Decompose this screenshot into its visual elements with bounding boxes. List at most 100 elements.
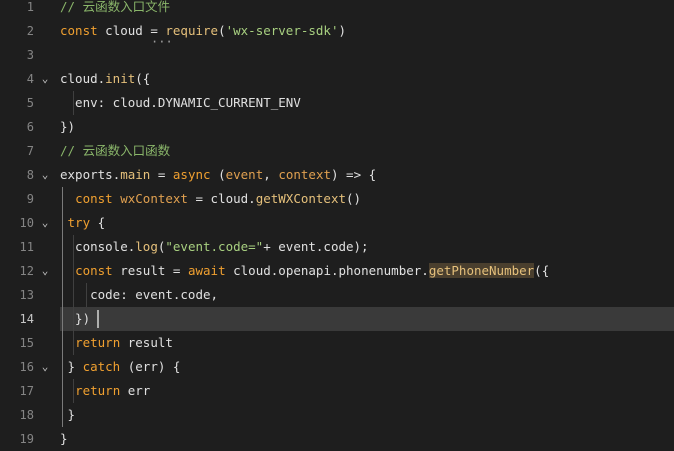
code-token: async — [172, 167, 211, 182]
code-token: // 云函数入口函数 — [60, 143, 171, 158]
code-token: 'wx-server-sdk' — [225, 23, 339, 38]
code-text: console.log("event.code="+ event.code); — [60, 235, 369, 259]
line-number: 17 — [19, 384, 34, 398]
code-text: code: event.code, — [60, 283, 218, 307]
fold-chevron-icon[interactable]: ⌄ — [38, 67, 52, 91]
code-text: // 云函数入口文件 — [60, 0, 170, 19]
code-token: context — [278, 167, 331, 182]
line-number: 1 — [26, 0, 34, 14]
code-text: return err — [60, 379, 150, 403]
code-line[interactable]: 1 // 云函数入口文件 — [0, 0, 674, 19]
code-token: err — [120, 383, 151, 398]
line-number: 3 — [26, 48, 34, 62]
fold-chevron-icon[interactable]: ⌄ — [38, 259, 52, 283]
line-number: 15 — [19, 336, 34, 350]
code-token: catch — [82, 359, 121, 374]
hint-dots: ··· — [151, 35, 173, 49]
code-text: const result = await cloud.openapi.phone… — [60, 259, 549, 283]
code-line[interactable]: 4 ⌄ cloud.init({ — [0, 67, 674, 91]
code-token: // 云函数入口文件 — [60, 0, 171, 14]
code-token: }) — [60, 311, 91, 326]
code-text: } catch (err) { — [60, 355, 181, 379]
code-text: const cloud = require('wx-server-sdk') — [60, 19, 346, 43]
code-text: }) — [60, 307, 90, 331]
code-text: }) — [60, 115, 75, 139]
code-token: ( — [218, 23, 226, 38]
code-line[interactable]: 9 const wxContext = cloud.getWXContext() — [0, 187, 674, 211]
code-token: = — [150, 167, 173, 182]
code-token: result = — [112, 263, 188, 278]
code-text: try { — [60, 211, 106, 235]
highlighted-token: getPhoneNumber — [428, 263, 535, 278]
code-line[interactable]: 7 // 云函数入口函数 — [0, 139, 674, 163]
code-token: ) => { — [331, 167, 377, 182]
line-number: 12 — [19, 264, 34, 278]
code-line[interactable]: 8 ⌄ exports.main = async (event, context) … — [0, 163, 674, 187]
code-token: { — [90, 215, 106, 230]
code-token: } — [60, 431, 68, 446]
code-token: console. — [60, 239, 136, 254]
code-token: = cloud. — [187, 191, 256, 206]
code-token: code: event.code, — [60, 287, 219, 302]
code-token: const — [60, 23, 98, 38]
code-token: main — [120, 167, 151, 182]
code-text: env: cloud.DYNAMIC_CURRENT_ENV — [60, 91, 301, 115]
code-token: log — [135, 239, 158, 254]
code-text: exports.main = async (event, context) =>… — [60, 163, 376, 187]
code-line[interactable]: 3 — [0, 43, 674, 67]
code-token: getWXContext — [255, 191, 347, 206]
code-text: cloud.init({ — [60, 67, 150, 91]
code-line[interactable]: 13 code: event.code, — [0, 283, 674, 307]
fold-chevron-icon[interactable]: ⌄ — [38, 355, 52, 379]
code-token: "event.code=" — [165, 239, 264, 254]
code-token: () — [346, 191, 362, 206]
code-line[interactable]: 6}) — [0, 115, 674, 139]
code-line[interactable]: 5 env: cloud.DYNAMIC_CURRENT_ENV — [0, 91, 674, 115]
code-token: return — [75, 383, 121, 398]
code-line[interactable]: 19} — [0, 427, 674, 451]
code-text: } — [60, 403, 76, 427]
code-line[interactable]: 15 return result — [0, 331, 674, 355]
code-line[interactable]: 18 } — [0, 403, 674, 427]
code-token: } — [60, 359, 83, 374]
code-text: } — [60, 427, 68, 451]
code-token: try — [67, 215, 91, 230]
code-line[interactable]: 17 return err — [0, 379, 674, 403]
code-token: cloud.openapi.phonenumber. — [225, 263, 429, 278]
code-token: ({ — [534, 263, 550, 278]
code-token: env: cloud.DYNAMIC_CURRENT_ENV — [60, 95, 301, 110]
code-line[interactable]: 2 const cloud = require('wx-server-sdk') — [0, 19, 674, 43]
code-token: ({ — [135, 71, 151, 86]
code-token: } — [60, 407, 76, 422]
fold-chevron-icon[interactable]: ⌄ — [38, 211, 52, 235]
code-token: exports — [60, 167, 113, 182]
line-number: 18 — [19, 408, 34, 422]
code-line[interactable]: 10 ⌄ try { — [0, 211, 674, 235]
code-token: const — [75, 191, 113, 206]
line-number: 6 — [26, 120, 34, 134]
code-token: ( — [210, 167, 226, 182]
code-token: , — [263, 167, 279, 182]
line-number: 11 — [19, 240, 34, 254]
code-token: event — [225, 167, 264, 182]
code-line[interactable]: 12 ⌄ const result = await cloud.openapi.p… — [0, 259, 674, 283]
code-text: return result — [60, 331, 173, 355]
code-token: ) — [338, 23, 347, 38]
fold-chevron-icon[interactable]: ⌄ — [38, 163, 52, 187]
line-number: 16 — [19, 360, 34, 374]
code-line[interactable]: 11 console.log("event.code="+ event.code… — [0, 235, 674, 259]
code-editor[interactable]: 1 // 云函数入口文件 2 const cloud = require('wx-se… — [0, 0, 674, 450]
line-number: 8 — [26, 168, 34, 182]
code-token: (err) { — [120, 359, 181, 374]
code-text: const wxContext = cloud.getWXContext() — [60, 187, 361, 211]
code-line[interactable]: 16 ⌄ } catch (err) { — [0, 355, 674, 379]
code-token: + event.code); — [263, 239, 369, 254]
line-number: 2 — [26, 24, 34, 38]
code-line[interactable]: 14 }) — [0, 307, 674, 331]
code-token: init — [105, 71, 136, 86]
